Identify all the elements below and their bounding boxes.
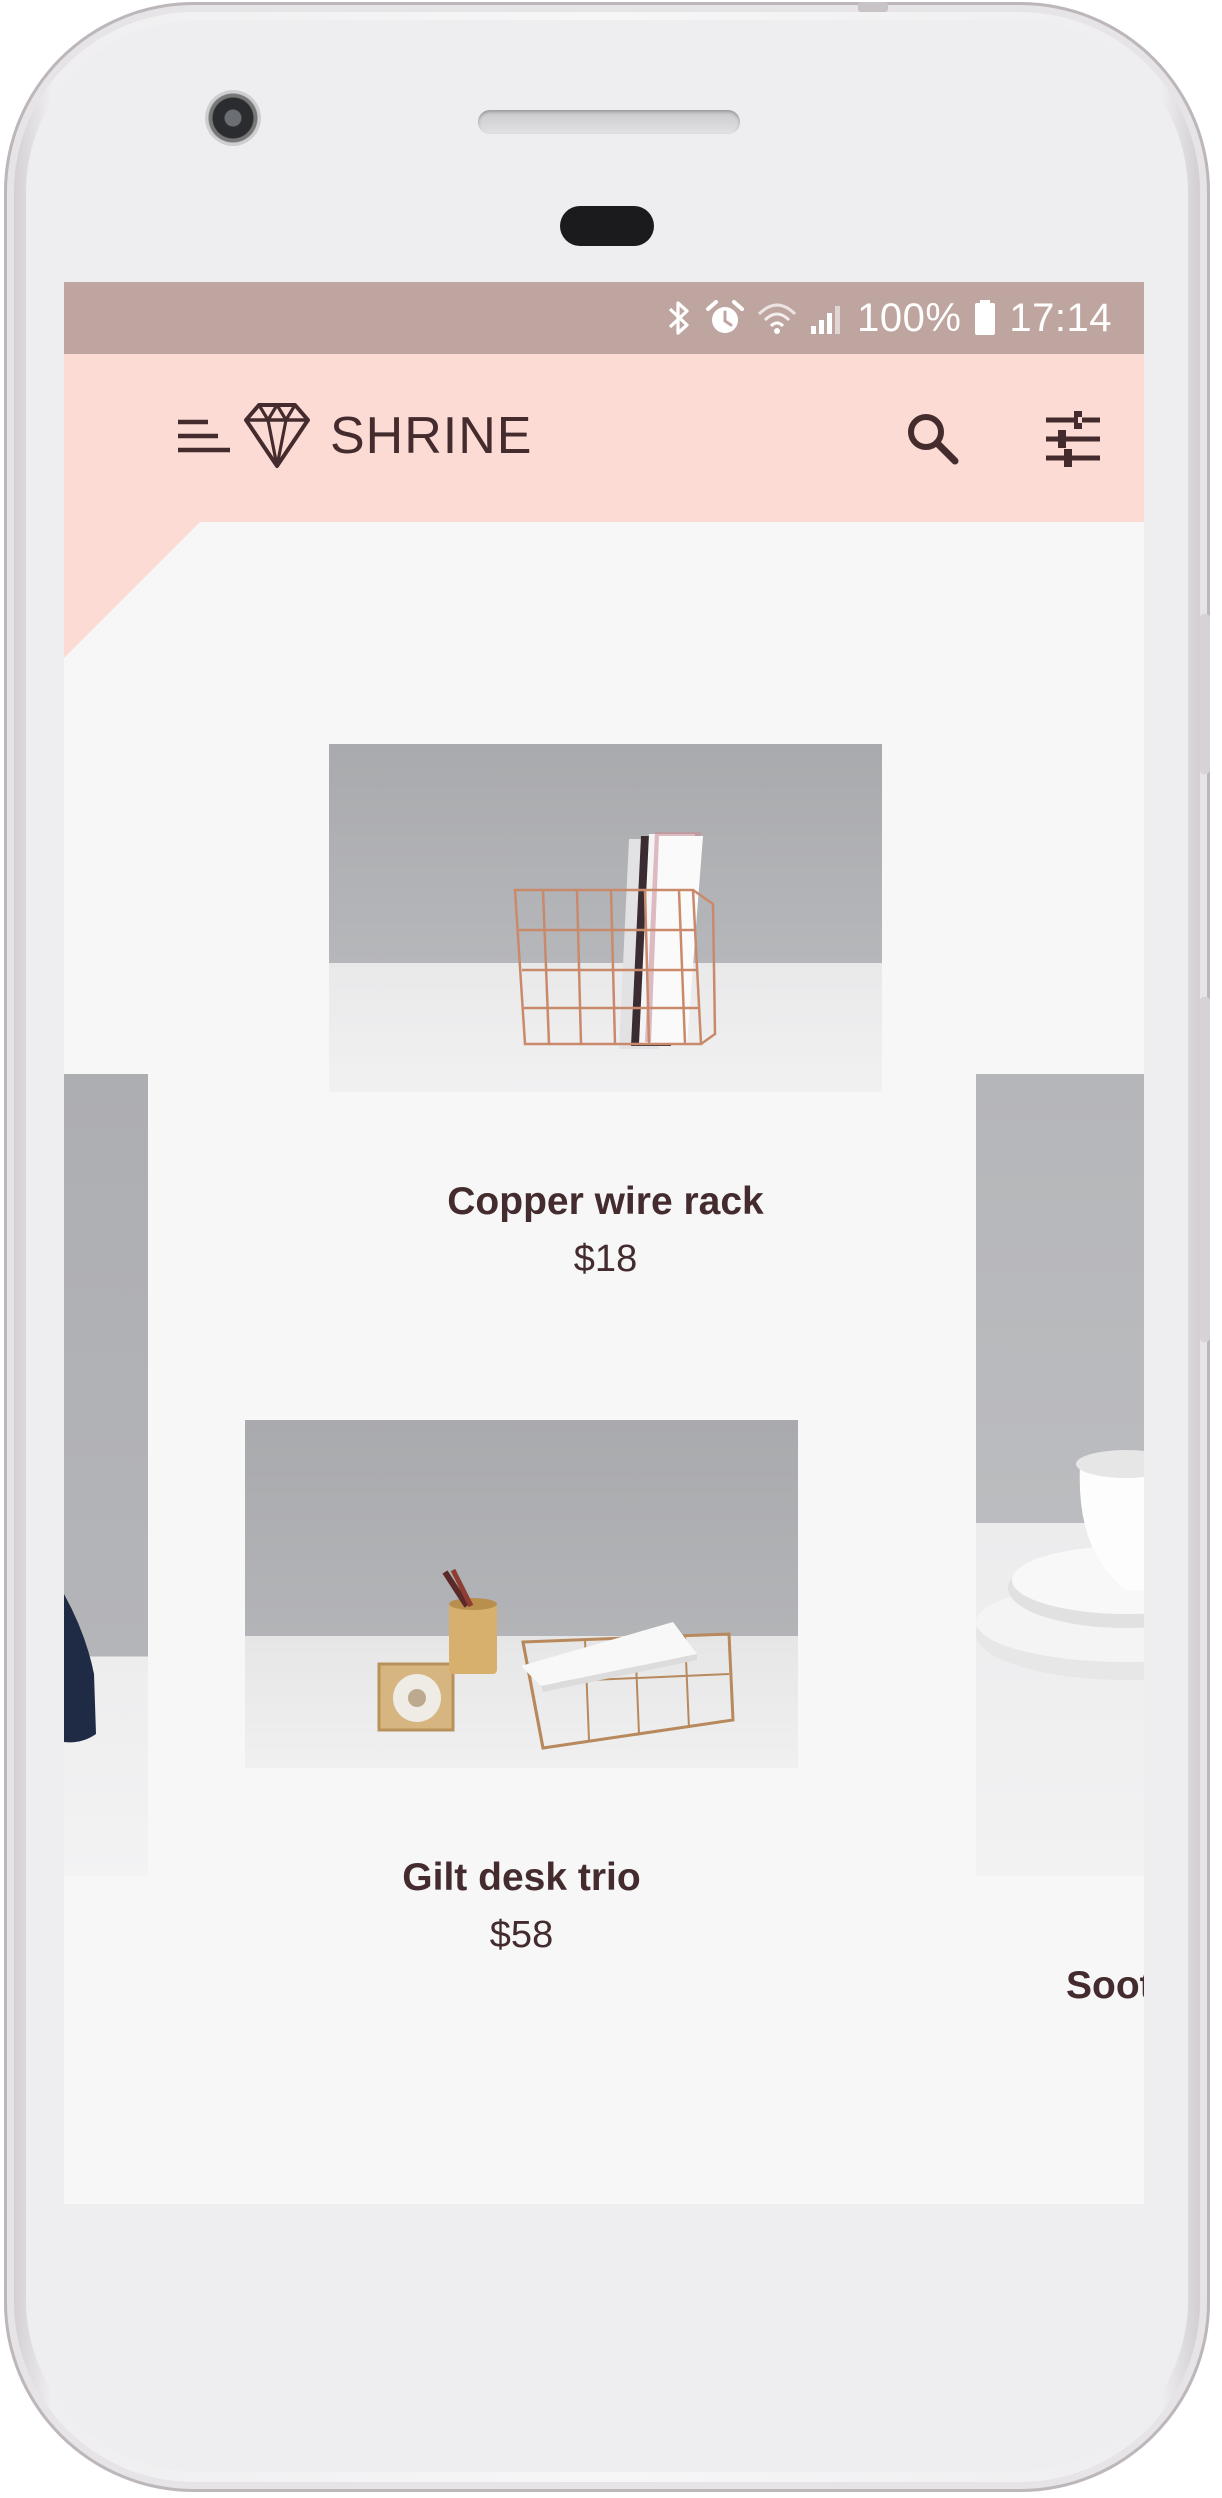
screen: 100% 17:14 SHRINE Copper wire rack $18 G…	[64, 282, 1144, 2204]
product-title: Copper wire rack	[447, 1180, 764, 1223]
volume-button	[1200, 614, 1210, 774]
status-bar: 100% 17:14	[64, 282, 1144, 354]
battery-percent: 100%	[857, 295, 962, 340]
clock: 17:14	[1009, 295, 1112, 340]
backdrop-notch	[64, 522, 200, 658]
power-button-top	[858, 2, 888, 12]
side-button	[1200, 997, 1210, 1342]
earpiece-speaker	[478, 110, 740, 134]
diamond-logo-icon	[244, 403, 310, 468]
gilt-desk-trio-illustration	[377, 1568, 735, 1750]
ceramic-set	[976, 1450, 1144, 1680]
product-image-gilt-desk-trio[interactable]	[245, 1420, 798, 1768]
app-bar: SHRINE	[64, 354, 1144, 522]
alarm-icon	[706, 300, 745, 333]
wifi-icon	[758, 303, 797, 334]
product-image-copper-wire-rack[interactable]	[329, 744, 882, 1092]
product-title-partial: Soot	[1066, 1964, 1144, 2007]
copper-rack-illustration	[513, 832, 717, 1049]
signal-icon	[811, 306, 841, 334]
tune-icon[interactable]	[1040, 406, 1106, 472]
product-image-left-partial[interactable]	[64, 1074, 148, 1876]
battery-icon	[975, 300, 996, 335]
front-camera	[205, 90, 261, 146]
product-title: Gilt desk trio	[402, 1856, 641, 1899]
product-price: $58	[489, 1914, 554, 1956]
bluetooth-icon	[668, 301, 689, 335]
menu-icon[interactable]	[174, 412, 234, 462]
navy-item-shape	[64, 1594, 96, 1743]
product-image-right-partial[interactable]	[976, 1074, 1144, 1876]
product-price: $18	[573, 1238, 638, 1280]
proximity-sensor	[560, 206, 654, 246]
search-icon[interactable]	[900, 406, 966, 472]
brand-name: SHRINE	[330, 407, 533, 465]
